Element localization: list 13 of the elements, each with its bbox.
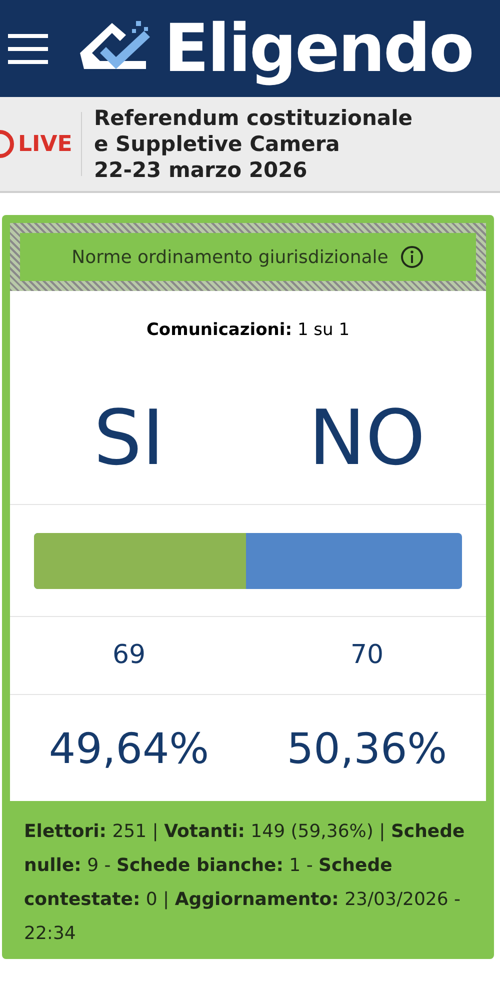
live-label: LIVE bbox=[18, 130, 72, 158]
referendum-title: Norme ordinamento giurisdizionale bbox=[72, 246, 388, 270]
communications-count: Comunicazioni: 1 su 1 bbox=[146, 319, 350, 342]
menu-icon[interactable] bbox=[8, 34, 48, 64]
info-icon[interactable] bbox=[400, 245, 424, 269]
option-label: NO bbox=[308, 400, 426, 476]
vote-percentage: 49,64% bbox=[48, 722, 210, 774]
vote-percentage: 50,36% bbox=[286, 722, 448, 774]
vote-count: 69 bbox=[112, 639, 146, 672]
option-label: SI bbox=[94, 400, 164, 476]
banner-title: Referendum costituzionale e Suppletive Camera 22-23 marzo 2026 bbox=[93, 105, 413, 183]
turnout-summary: Elettori: 251 | Votanti: 149 (59,36%) | Schede nulle: 9 - Schede bianche: 1 - Schede contestate: 0 | Aggiornamento: 23/03/2026 - 22:34 bbox=[24, 820, 466, 946]
vote-count: 70 bbox=[350, 639, 384, 672]
